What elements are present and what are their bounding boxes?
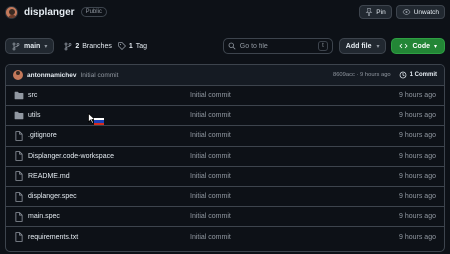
author-avatar[interactable] bbox=[13, 70, 23, 80]
file-date: 9 hours ago bbox=[399, 112, 436, 120]
owner-avatar[interactable] bbox=[5, 5, 18, 19]
file-row[interactable]: README.md Initial commit 9 hours ago bbox=[6, 167, 444, 187]
file-name[interactable]: main.spec bbox=[28, 213, 60, 220]
file-row[interactable]: src Initial commit 9 hours ago bbox=[6, 86, 444, 107]
file-row[interactable]: .gitignore Initial commit 9 hours ago bbox=[6, 126, 444, 147]
file-commit-message[interactable]: Initial commit bbox=[190, 112, 231, 119]
pin-icon bbox=[365, 8, 373, 16]
chevron-down-icon: ▾ bbox=[44, 43, 48, 50]
history-icon bbox=[399, 71, 407, 79]
search-input[interactable] bbox=[239, 42, 315, 50]
file-date: 9 hours ago bbox=[399, 132, 436, 140]
file-commit-message[interactable]: Initial commit bbox=[190, 92, 231, 99]
commits-history-link[interactable]: 1 Commit bbox=[399, 71, 437, 79]
file-name[interactable]: requirements.txt bbox=[28, 234, 78, 241]
russian-flag-icon bbox=[94, 118, 104, 125]
tags-label: Tag bbox=[135, 42, 148, 50]
commit-message[interactable]: Initial commit bbox=[81, 72, 119, 79]
shortcut-hint: t bbox=[318, 41, 328, 51]
file-date: 9 hours ago bbox=[399, 92, 436, 100]
file-commit-message[interactable]: Initial commit bbox=[190, 173, 231, 180]
branches-link[interactable]: 2 Branches bbox=[64, 42, 112, 51]
file-icon bbox=[14, 131, 24, 141]
file-commit-message[interactable]: Initial commit bbox=[190, 132, 231, 139]
branch-icon bbox=[12, 42, 20, 50]
file-date: 9 hours ago bbox=[399, 233, 436, 241]
file-commit-message[interactable]: Initial commit bbox=[190, 153, 231, 160]
file-name[interactable]: src bbox=[28, 92, 37, 99]
branch-selector[interactable]: main ▾ bbox=[5, 38, 55, 54]
tag-icon bbox=[117, 42, 126, 50]
visibility-badge: Public bbox=[80, 7, 107, 17]
file-date: 9 hours ago bbox=[399, 193, 436, 201]
search-icon bbox=[228, 42, 236, 50]
commits-label: 1 Commit bbox=[409, 72, 437, 78]
file-icon bbox=[14, 151, 24, 161]
tags-count: 1 bbox=[128, 42, 133, 50]
unwatch-label: Unwatch bbox=[413, 8, 439, 16]
file-list: src Initial commit 9 hours ago utils Initial… bbox=[6, 86, 444, 248]
go-to-file-search[interactable]: t bbox=[222, 38, 333, 54]
branch-name: main bbox=[24, 42, 41, 50]
pin-label: Pin bbox=[376, 8, 386, 16]
file-icon bbox=[14, 171, 24, 182]
repo-name[interactable]: displanger bbox=[24, 7, 75, 18]
folder-icon bbox=[14, 91, 24, 101]
file-date: 9 hours ago bbox=[399, 152, 436, 160]
file-commit-message[interactable]: Initial commit bbox=[190, 193, 231, 200]
add-file-label: Add file bbox=[345, 42, 372, 50]
code-icon bbox=[399, 43, 409, 49]
file-row[interactable]: displanger.spec Initial commit 9 hours ago bbox=[6, 187, 444, 208]
chevron-down-icon: ▾ bbox=[376, 43, 380, 50]
add-file-button[interactable]: Add file ▾ bbox=[338, 38, 387, 54]
github-repo-page: displanger Public Pin Unwatch main ▾ 2 B… bbox=[0, 0, 450, 254]
branches-label: Branches bbox=[82, 42, 112, 50]
file-date: 9 hours ago bbox=[399, 172, 436, 180]
file-name[interactable]: Displanger.code-workspace bbox=[28, 153, 114, 160]
branches-count: 2 bbox=[75, 42, 80, 50]
file-row[interactable]: requirements.txt Initial commit 9 hours ag… bbox=[6, 227, 444, 247]
code-label: Code bbox=[412, 42, 430, 50]
file-row[interactable]: main.spec Initial commit 9 hours ago bbox=[6, 207, 444, 228]
file-date: 9 hours ago bbox=[399, 213, 436, 221]
file-icon bbox=[14, 232, 24, 243]
header-actions: Pin Unwatch bbox=[359, 5, 445, 19]
repo-toolbar: main ▾ 2 Branches 1 Tag t Add file ▾ Cod… bbox=[5, 37, 445, 55]
commit-author[interactable]: antonmamichev bbox=[27, 72, 77, 79]
file-commit-message[interactable]: Initial commit bbox=[190, 234, 231, 241]
file-row[interactable]: utils Initial commit 9 hours ago bbox=[6, 106, 444, 127]
repo-header: displanger Public Pin Unwatch bbox=[5, 3, 445, 21]
eye-icon bbox=[402, 9, 411, 15]
file-name[interactable]: displanger.spec bbox=[28, 193, 77, 200]
commit-hash-time[interactable]: 8609acc · 9 hours ago bbox=[333, 72, 391, 78]
folder-icon bbox=[14, 111, 24, 121]
chevron-down-icon: ▾ bbox=[433, 43, 437, 50]
branch-icon bbox=[64, 42, 72, 50]
file-table: antonmamichev Initial commit 8609acc · 9… bbox=[5, 64, 445, 252]
file-row[interactable]: Displanger.code-workspace Initial commit 9… bbox=[6, 147, 444, 167]
code-button[interactable]: Code ▾ bbox=[391, 38, 445, 54]
file-name[interactable]: utils bbox=[28, 112, 40, 119]
file-icon bbox=[14, 211, 24, 222]
latest-commit-row: antonmamichev Initial commit 8609acc · 9… bbox=[6, 65, 444, 86]
tags-link[interactable]: 1 Tag bbox=[117, 42, 148, 50]
pin-button[interactable]: Pin bbox=[359, 5, 392, 19]
file-commit-message[interactable]: Initial commit bbox=[190, 213, 231, 220]
file-name[interactable]: .gitignore bbox=[28, 132, 57, 139]
file-name[interactable]: README.md bbox=[28, 173, 70, 180]
unwatch-button[interactable]: Unwatch bbox=[395, 5, 445, 19]
file-icon bbox=[14, 191, 24, 202]
